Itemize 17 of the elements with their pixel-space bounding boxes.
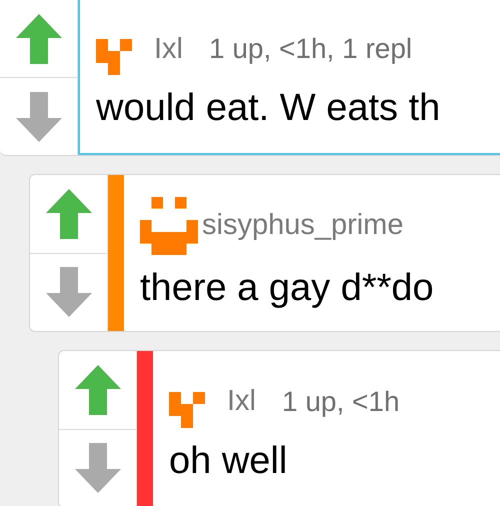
upvote-arrow-icon[interactable] [74, 364, 120, 415]
comment-meta: 1 up, <1h, 1 repl [209, 33, 412, 65]
pixel-blocks-avatar-icon [96, 39, 132, 75]
pixel-blocks-avatar-icon [169, 392, 205, 428]
upvote-arrow-icon[interactable] [16, 14, 62, 64]
username[interactable]: sisyphus_prime [202, 209, 404, 242]
comment-text: oh well [169, 440, 288, 482]
smiley-face-avatar-icon [140, 196, 198, 254]
username[interactable]: Ixl [227, 385, 256, 418]
username[interactable]: Ixl [154, 32, 183, 66]
comment-text: would eat. W eats th [96, 87, 442, 130]
downvote-arrow-icon[interactable] [46, 267, 92, 318]
comment-meta: 1 up, <1h [282, 386, 400, 418]
upvote-arrow-icon[interactable] [46, 188, 92, 239]
downvote-arrow-icon[interactable] [74, 443, 120, 494]
comment-text: there a gay d**do [140, 266, 435, 310]
downvote-arrow-icon[interactable] [16, 92, 62, 142]
